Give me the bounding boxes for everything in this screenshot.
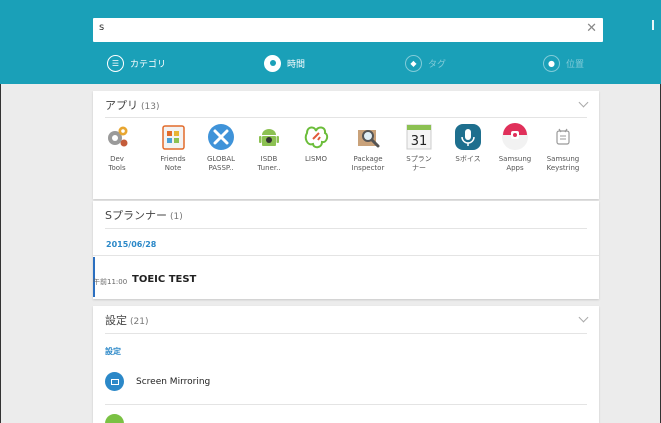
- microphone-icon: [454, 123, 482, 151]
- app-samsung-keystring[interactable]: Samsung Keystring: [541, 123, 585, 173]
- app-label: Samsung Keystring: [546, 155, 580, 172]
- tab-category[interactable]: ☰ カテゴリ: [107, 53, 166, 73]
- apps-divider: [105, 117, 587, 118]
- planner-card: Sプランナー (1) 2015/06/28 午前11:00 TOEIC TEST: [93, 201, 599, 299]
- app-lismo[interactable]: LISMO: [294, 123, 338, 164]
- tab-category-label: カテゴリ: [130, 59, 167, 70]
- settings-card: 設定 (21) 設定 Screen Mirroring: [93, 306, 599, 423]
- tab-location-label: 位置: [566, 59, 585, 70]
- chevron-down-icon[interactable]: [578, 312, 589, 323]
- app-label: Sボイス: [455, 155, 481, 163]
- keystring-icon: [549, 123, 577, 151]
- event-title: TOEIC TEST: [132, 274, 197, 285]
- apps-title: アプリ: [105, 99, 138, 112]
- tab-time-label: 時間: [287, 59, 306, 70]
- tab-location[interactable]: ● 位置: [543, 53, 584, 73]
- notebook-icon: [159, 123, 187, 151]
- gears-icon: [103, 123, 131, 151]
- tab-tag-label: タグ: [428, 59, 447, 70]
- event-date: 2015/06/28: [106, 240, 157, 249]
- app-label: Sプラン ナー: [406, 155, 432, 172]
- app-s-voice[interactable]: Sボイス: [446, 123, 490, 164]
- edge-marker: [652, 20, 654, 30]
- app-label: ISDB Tuner..: [257, 155, 281, 172]
- clear-icon[interactable]: ✕: [586, 21, 597, 36]
- tab-tag[interactable]: ◆ タグ: [405, 53, 446, 73]
- app-label: Samsung Apps: [498, 155, 532, 172]
- search-input[interactable]: s ✕: [93, 18, 603, 42]
- planner-count: (1): [169, 212, 183, 222]
- app-dev-tools[interactable]: Dev Tools: [95, 123, 139, 173]
- chevron-down-icon[interactable]: [578, 97, 589, 108]
- app-label: Package Inspector: [351, 155, 385, 172]
- window-edge-left: [0, 84, 1, 423]
- android-icon: [255, 123, 283, 151]
- app-label: LISMO: [305, 155, 327, 163]
- location-icon: ●: [543, 54, 560, 72]
- tag-icon: ◆: [405, 54, 422, 72]
- app-samsung-apps[interactable]: Samsung Apps: [493, 123, 537, 173]
- app-s-planner[interactable]: 31 Sプラン ナー: [397, 123, 441, 173]
- settings-count: (21): [130, 317, 149, 327]
- setting-icon[interactable]: [105, 414, 124, 423]
- planner-header[interactable]: Sプランナー (1): [105, 207, 183, 223]
- lismo-icon: [302, 123, 330, 151]
- calendar-icon: 31: [405, 123, 433, 151]
- apps-count: (13): [141, 102, 160, 112]
- app-label: Dev Tools: [108, 155, 126, 172]
- app-global-passport[interactable]: GLOBAL PASSP..: [199, 123, 243, 173]
- samsung-apps-icon: [501, 123, 529, 151]
- setting-screen-mirroring[interactable]: Screen Mirroring: [105, 372, 210, 391]
- apps-header[interactable]: アプリ (13): [105, 97, 159, 113]
- settings-divider: [105, 333, 587, 334]
- app-package-inspector[interactable]: Package Inspector: [346, 123, 390, 173]
- app-label: Friends Note: [160, 155, 186, 172]
- tab-time[interactable]: 時間: [264, 53, 305, 73]
- planner-title: Sプランナー: [105, 209, 167, 222]
- calendar-day: 31: [411, 134, 428, 149]
- app-label: GLOBAL PASSP..: [206, 155, 236, 172]
- setting-label: Screen Mirroring: [136, 376, 211, 387]
- settings-title: 設定: [105, 314, 127, 327]
- screen-mirroring-icon: [105, 372, 124, 391]
- planner-divider: [105, 228, 587, 229]
- airplane-icon: [207, 123, 235, 151]
- settings-item-divider: [105, 404, 587, 405]
- apps-card: アプリ (13) Dev Tools Friends Note GLOBAL P…: [93, 91, 599, 199]
- settings-header[interactable]: 設定 (21): [105, 312, 148, 328]
- category-icon: ☰: [107, 54, 124, 72]
- settings-subheading: 設定: [105, 347, 121, 356]
- app-isdb-tuner[interactable]: ISDB Tuner..: [247, 123, 291, 173]
- time-icon: [264, 54, 281, 72]
- date-divider: [93, 255, 599, 256]
- search-query: s: [99, 22, 105, 33]
- app-friends-note[interactable]: Friends Note: [151, 123, 195, 173]
- event-time: 午前11:00: [93, 278, 128, 286]
- magnifier-box-icon: [354, 123, 382, 151]
